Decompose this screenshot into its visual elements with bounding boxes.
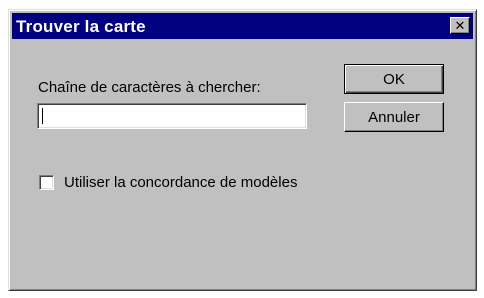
- close-button[interactable]: ✕: [450, 17, 470, 34]
- window-title: Trouver la carte: [16, 17, 146, 36]
- pattern-matching-label[interactable]: Utiliser la concordance de modèles: [64, 174, 297, 191]
- search-input[interactable]: [37, 103, 307, 129]
- pattern-matching-checkbox[interactable]: [39, 175, 54, 190]
- ok-button[interactable]: OK: [344, 64, 444, 94]
- cancel-button[interactable]: Annuler: [344, 102, 444, 132]
- title-bar[interactable]: Trouver la carte ✕: [12, 13, 473, 39]
- close-icon: ✕: [454, 18, 466, 33]
- find-card-dialog: Trouver la carte ✕ Chaîne de caractères …: [8, 9, 477, 291]
- text-caret: [42, 108, 43, 124]
- search-label: Chaîne de caractères à chercher:: [38, 79, 261, 96]
